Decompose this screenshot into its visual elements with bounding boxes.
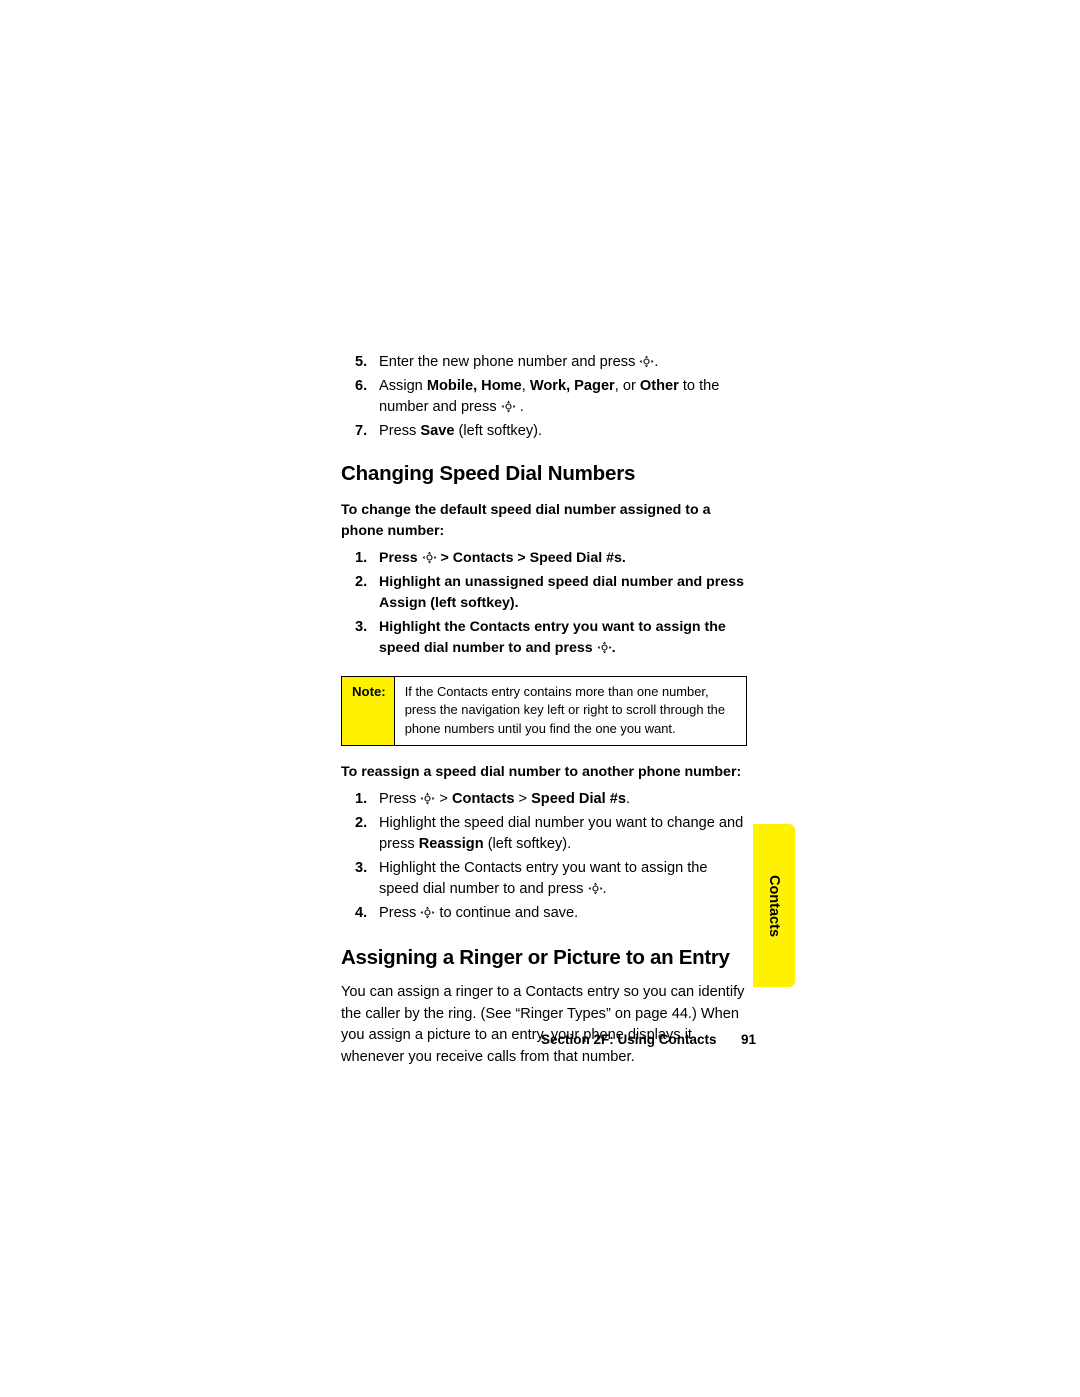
ringer-body-paragraph: You can assign a ringer to a Contacts en… [341,984,745,1065]
side-tab-label: Contacts [766,874,782,937]
list-item: 6. Assign Mobile, Home, Work, Pager, or O… [341,376,751,419]
list-item: 5. Enter the new phone number and press . [341,352,751,374]
list-item-text: Highlight the Contacts entry you want to… [379,859,708,898]
footer-page-number: 91 [741,1032,757,1047]
list-item: 1. Press > Contacts > Speed Dial #s. [341,789,751,811]
list-item-number: 4. [355,904,368,921]
list-item-number: 2. [355,573,368,590]
list-item-text: Assign Mobile, Home, Work, Pager, or Oth… [379,377,720,416]
top-steps-list: 5. Enter the new phone number and press .… [341,352,751,442]
navigation-key-icon [588,882,603,895]
list-item-text: Highlight the Contacts entry you want to… [379,618,726,657]
navigation-key-icon [422,551,437,564]
list-item-text: Highlight an unassigned speed dial numbe… [379,573,744,612]
list-item-number: 7. [355,422,368,439]
subheading-reassign: To reassign a speed dial number to anoth… [341,764,742,780]
reassign-steps-list: 1. Press > Contacts > Speed Dial #s. 2. Hig… [341,789,751,924]
list-item-number: 3. [355,618,368,635]
navigation-key-icon [597,641,612,654]
list-item-text: Press Save (left softkey). [379,422,543,439]
footer-section-title: Section 2F: Using Contacts [541,1032,717,1047]
main-text-column: 5. Enter the new phone number and press .… [341,352,751,1068]
side-tab-contacts: Contacts [753,824,795,987]
list-item-text: Highlight the speed dial number you want… [379,814,744,853]
navigation-key-icon [420,792,435,805]
list-item: 7. Press Save (left softkey). [341,421,751,443]
list-item-number: 1. [355,791,368,807]
list-item-text: Press to continue and save. [379,904,579,921]
heading-assigning-ringer: Assigning a Ringer or Picture to an Entr… [341,946,730,969]
list-item-text: Enter the new phone number and press . [379,354,659,370]
heading-changing-speed-dial: Changing Speed Dial Numbers [341,462,636,485]
note-label: Note: [342,676,395,745]
navigation-key-icon [639,355,654,368]
subheading-change-default: To change the default speed dial number … [341,502,711,539]
list-item: 1. Press > Contacts > Speed Dial #s. [341,548,751,570]
column-rule [330,340,332,1000]
list-item-number: 3. [355,859,368,876]
list-item-number: 5. [355,354,368,370]
list-item-number: 6. [355,377,368,394]
navigation-key-icon [501,400,516,413]
list-item: 3. Highlight the Contacts entry you want … [341,858,751,901]
navigation-key-icon [420,906,435,919]
list-item: 2. Highlight the speed dial number you wa… [341,813,751,856]
list-item: 2. Highlight an unassigned speed dial num… [341,572,751,615]
list-item-text: Press > Contacts > Speed Dial #s. [379,550,626,566]
list-item-number: 2. [355,814,368,831]
list-item: 3. Highlight the Contacts entry you want … [341,617,751,660]
list-item-number: 1. [355,550,368,566]
note-box: Note: If the Contacts entry contains mor… [341,675,747,746]
note-text: If the Contacts entry contains more than… [404,683,725,736]
manual-page: 5. Enter the new phone number and press .… [0,0,1080,1397]
change-default-steps-list: 1. Press > Contacts > Speed Dial #s. 2. Hig… [341,548,751,660]
list-item: 4. Press to continue and save. [341,903,751,925]
list-item-text: Press > Contacts > Speed Dial #s. [379,791,631,807]
